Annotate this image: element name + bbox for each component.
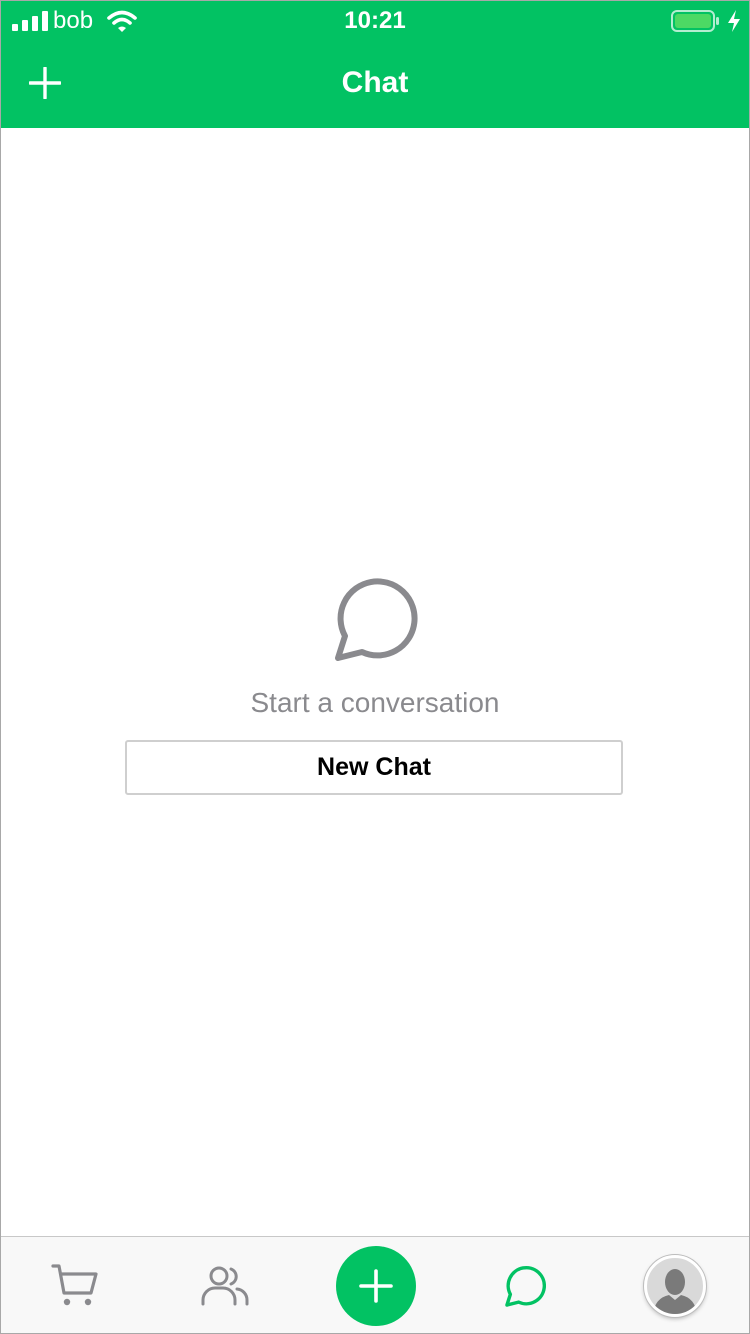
status-time: 10:21 [344, 7, 406, 34]
avatar [644, 1254, 706, 1317]
tab-add[interactable] [335, 1237, 417, 1333]
empty-state-message: Start a conversation [250, 687, 500, 718]
person-silhouette-icon [653, 1268, 697, 1314]
people-icon [201, 1266, 249, 1305]
chat-bubble-icon [335, 578, 418, 661]
chat-bubble-icon [505, 1265, 546, 1307]
tab-cart[interactable] [25, 1237, 125, 1333]
tab-chat[interactable] [475, 1237, 575, 1333]
navigation-bar: Chat [1, 41, 749, 128]
empty-state: Start a conversation New Chat [1, 576, 749, 795]
app-header: bob 10:21 Chat [1, 1, 749, 128]
status-bar: bob 10:21 [1, 1, 749, 41]
plus-icon [359, 1268, 393, 1303]
tab-people[interactable] [175, 1237, 275, 1333]
add-fab-button[interactable] [336, 1245, 416, 1326]
battery-icon [671, 10, 719, 32]
cart-icon [51, 1263, 98, 1305]
page-title: Chat [341, 66, 409, 99]
charging-icon [728, 10, 740, 32]
chat-screen: bob 10:21 Chat Start a conversation New … [0, 0, 750, 1334]
tab-profile[interactable] [625, 1237, 725, 1333]
tab-bar [1, 1236, 749, 1333]
new-chat-button[interactable]: New Chat [125, 740, 623, 795]
